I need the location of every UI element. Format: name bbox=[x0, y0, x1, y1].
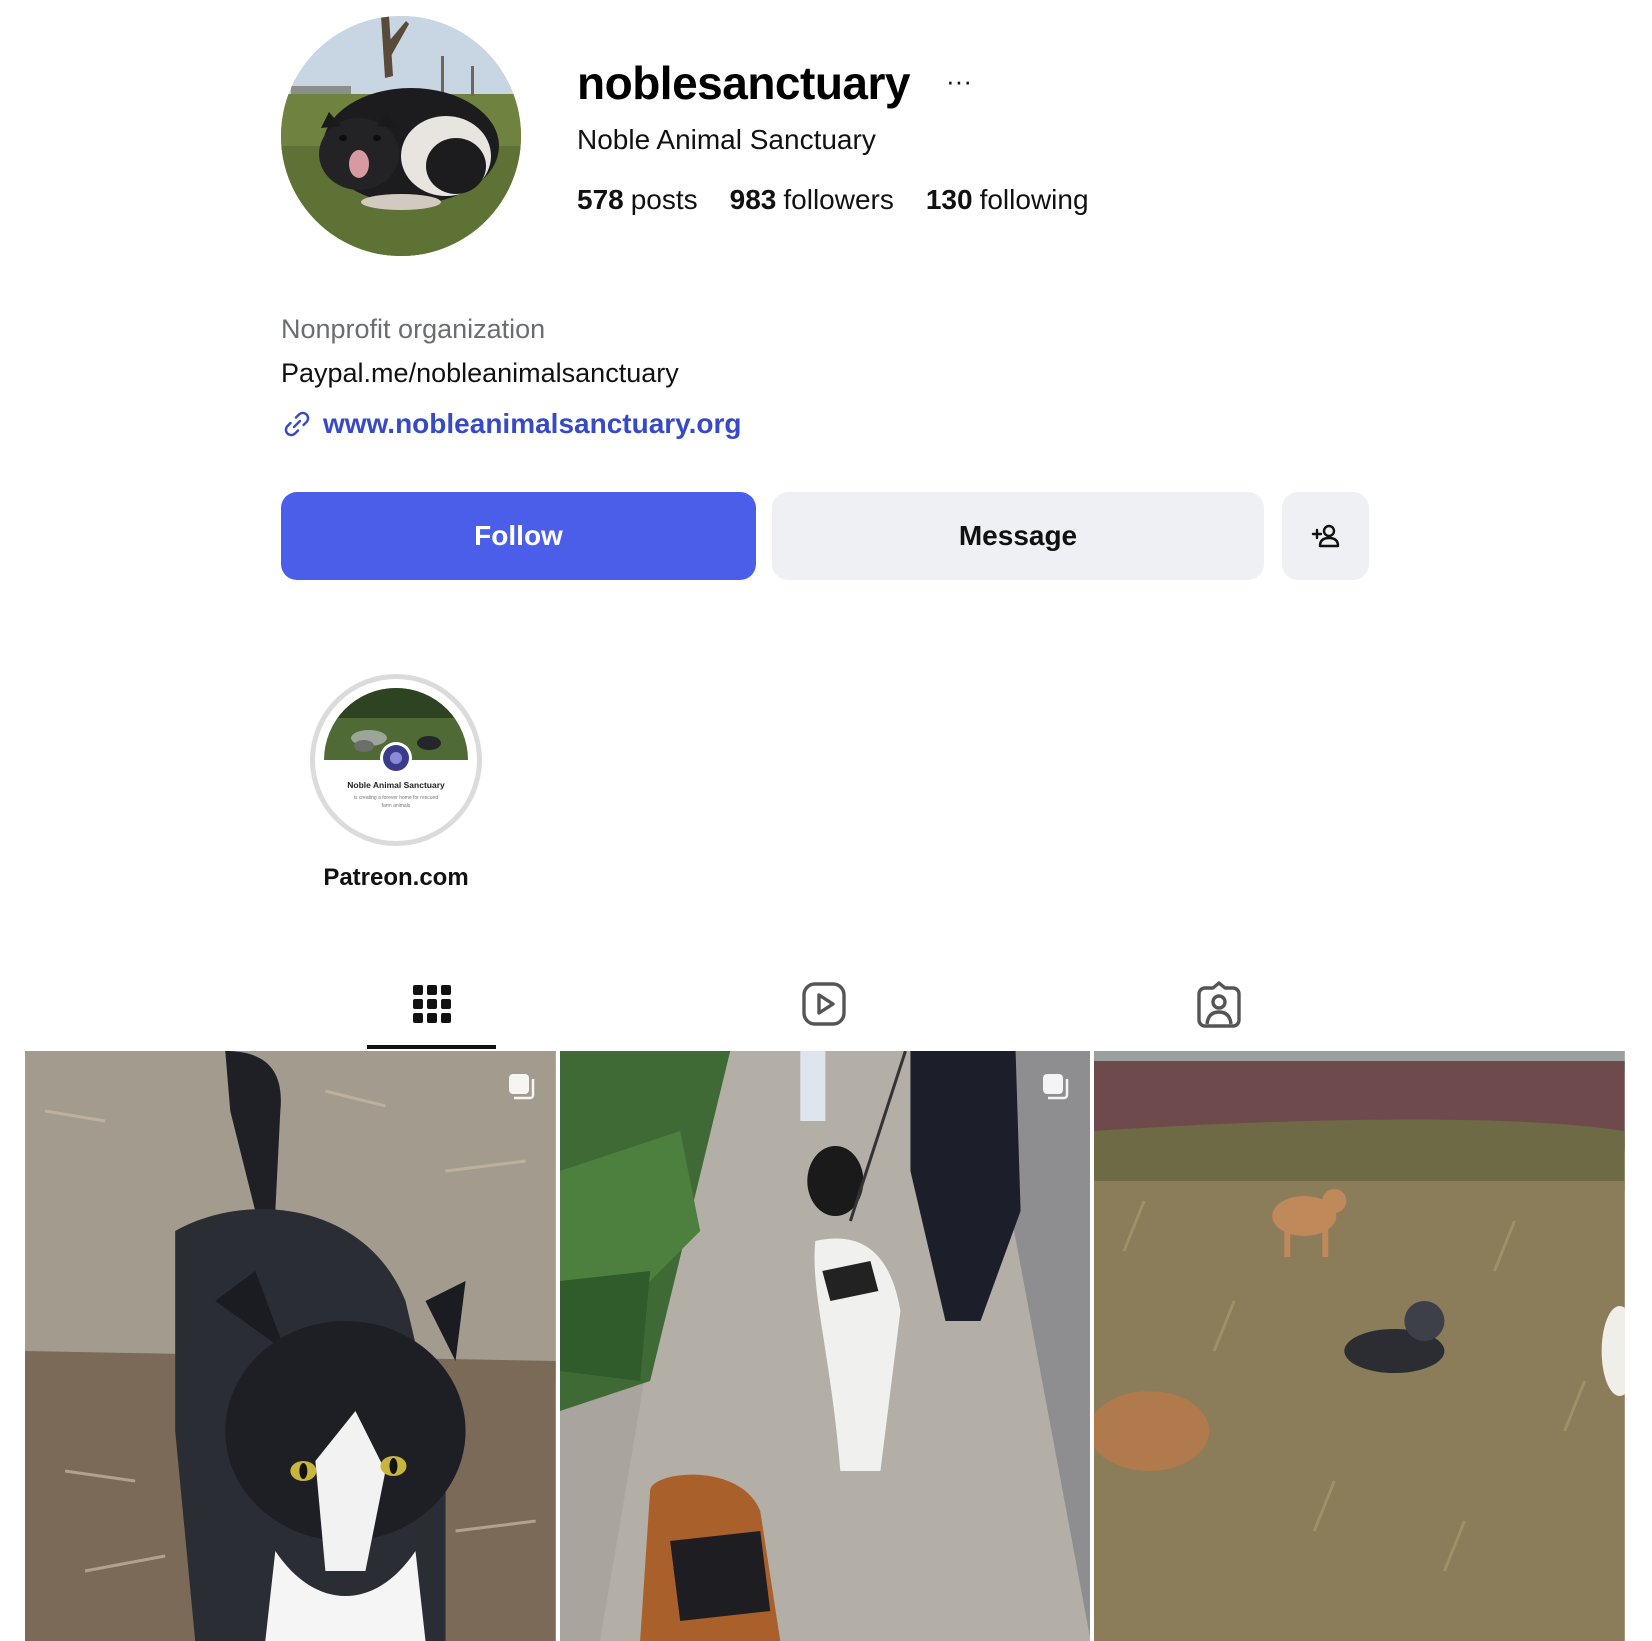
stat-following[interactable]: 130 following bbox=[926, 184, 1089, 216]
link-icon bbox=[284, 411, 310, 437]
cat-photo bbox=[25, 1051, 556, 1641]
username: noblesanctuary bbox=[577, 57, 911, 109]
reels-icon bbox=[802, 982, 846, 1026]
stat-posts: 578 posts bbox=[577, 184, 698, 216]
tab-reels[interactable] bbox=[800, 980, 848, 1028]
highlight-cover-subtitle-2: farm animals bbox=[382, 803, 411, 809]
post-tile-field-dogs[interactable] bbox=[1094, 1051, 1626, 1641]
profile-bio: Paypal.me/nobleanimalsanctuary bbox=[281, 358, 679, 388]
tab-posts[interactable] bbox=[408, 980, 456, 1028]
profile-avatar[interactable] bbox=[281, 16, 521, 256]
story-highlight[interactable]: Noble Animal Sanctuary is creating a for… bbox=[310, 674, 482, 891]
website-link[interactable]: www.nobleanimalsanctuary.org bbox=[323, 408, 742, 440]
stat-following-count: 130 bbox=[925, 184, 973, 215]
follow-button[interactable]: Follow bbox=[281, 492, 756, 580]
grid-icon bbox=[413, 985, 451, 1023]
post-tile-cat[interactable] bbox=[25, 1051, 556, 1641]
multi-photo-icon bbox=[1043, 1074, 1069, 1100]
tagged-icon bbox=[1197, 981, 1241, 1028]
suggest-user-button[interactable] bbox=[1282, 492, 1369, 580]
message-button[interactable]: Message bbox=[772, 492, 1264, 580]
highlight-cover: Noble Animal Sanctuary is creating a for… bbox=[324, 688, 468, 832]
profile-page: noblesanctuary ··· Noble Animal Sanctuar… bbox=[0, 0, 1652, 1641]
post-tile-dog-walk[interactable] bbox=[559, 1051, 1091, 1641]
more-options-icon[interactable]: ··· bbox=[944, 66, 974, 96]
pig-photo bbox=[281, 16, 521, 256]
stat-posts-label: posts bbox=[630, 184, 698, 215]
multi-photo-icon bbox=[508, 1074, 534, 1100]
dog-walk-photo bbox=[559, 1051, 1091, 1641]
full-name: Noble Animal Sanctuary bbox=[577, 124, 876, 155]
website-link-row[interactable]: www.nobleanimalsanctuary.org bbox=[281, 408, 742, 440]
highlight-label: Patreon.com bbox=[323, 864, 469, 891]
highlight-ring: Noble Animal Sanctuary is creating a for… bbox=[310, 674, 482, 846]
stat-following-label: following bbox=[979, 184, 1089, 215]
profile-stats: 578 posts 983 followers 130 following bbox=[577, 184, 1089, 216]
stat-followers-count: 983 bbox=[729, 184, 777, 215]
highlight-cover-title: Noble Animal Sanctuary bbox=[347, 780, 445, 790]
highlight-cover-image: Noble Animal Sanctuary is creating a for… bbox=[324, 688, 468, 832]
highlight-cover-subtitle-1: is creating a forever home for rescued bbox=[354, 795, 438, 801]
active-tab-indicator bbox=[367, 1045, 496, 1049]
posts-grid bbox=[25, 1051, 1626, 1641]
stat-followers[interactable]: 983 followers bbox=[730, 184, 894, 216]
stat-followers-label: followers bbox=[783, 184, 894, 215]
stat-posts-count: 578 bbox=[577, 184, 624, 215]
tab-tagged[interactable] bbox=[1195, 980, 1243, 1028]
field-dogs-photo bbox=[1094, 1051, 1626, 1641]
person-add-icon bbox=[1311, 524, 1339, 548]
profile-category: Nonprofit organization bbox=[281, 314, 546, 344]
